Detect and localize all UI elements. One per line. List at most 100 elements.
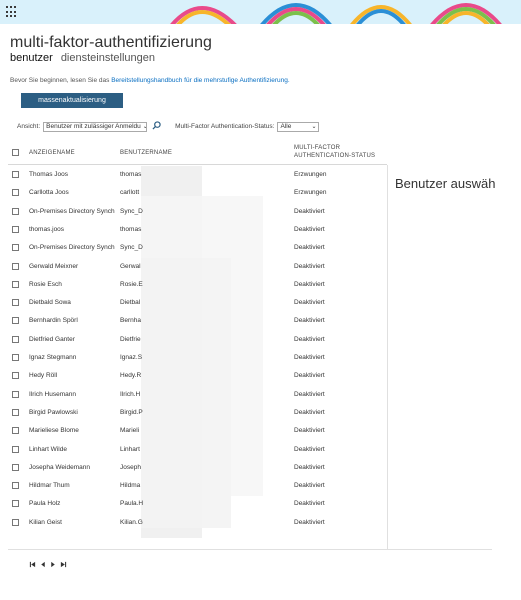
table-row[interactable]: Hedy Röll Hedy.R Deaktiviert	[8, 367, 387, 385]
deployment-guide-link[interactable]: Bereitstellungshandbuch für die mehrstuf…	[111, 77, 290, 84]
tab-diensteinstellungen[interactable]: diensteinstellungen	[61, 52, 155, 64]
row-checkbox[interactable]	[12, 171, 19, 178]
view-select[interactable]: Benutzer mit zulässiger Anmeldu ⌄	[43, 121, 148, 132]
tab-bar: benutzer diensteinstellungen	[10, 52, 155, 64]
cell-user-name: thomas	[120, 225, 142, 233]
cell-mfa-status: Deaktiviert	[294, 335, 325, 343]
page-title: multi-faktor-authentifizierung	[10, 34, 212, 51]
cell-display-name: Rosie Esch	[29, 280, 62, 288]
table-row[interactable]: Hildmar Thum Hildma Deaktiviert	[8, 477, 387, 495]
cell-display-name: Carllotta Joos	[29, 189, 69, 197]
row-checkbox[interactable]	[12, 280, 19, 288]
row-checkbox[interactable]	[12, 225, 19, 233]
cell-mfa-status: Deaktiviert	[294, 372, 325, 380]
table-row[interactable]: thomas.joos thomas Deaktiviert	[8, 221, 387, 239]
cell-display-name: Hildmar Thum	[29, 482, 70, 490]
app-launcher-icon[interactable]	[6, 6, 18, 18]
cell-display-name: Thomas Joos	[29, 171, 69, 178]
row-checkbox[interactable]	[12, 518, 19, 526]
table-row[interactable]: Kilian Geist Kilian.G Deaktiviert	[8, 514, 387, 532]
cell-mfa-status: Deaktiviert	[294, 207, 325, 215]
table-row[interactable]: Birgid Pawlowski Birgid.P Deaktiviert	[8, 404, 387, 422]
tab-benutzer[interactable]: benutzer	[10, 52, 53, 64]
row-checkbox[interactable]	[12, 482, 19, 490]
table-row[interactable]: Rosie Esch Rosie.E Deaktiviert	[8, 276, 387, 294]
intro-prefix: Bevor Sie beginnen, lesen Sie das	[10, 77, 112, 84]
row-checkbox[interactable]	[12, 244, 19, 252]
row-checkbox[interactable]	[12, 372, 19, 380]
cell-user-name: Kilian.G	[120, 518, 143, 526]
prev-page-icon[interactable]	[40, 555, 46, 573]
column-header-display-name[interactable]: ANZEIGENAME	[29, 149, 75, 157]
column-header-user-name[interactable]: BENUTZERNAME	[120, 149, 172, 157]
table-row[interactable]: On-Premises Directory Synchr Sync_D Deakti…	[8, 203, 387, 221]
row-checkbox[interactable]	[12, 390, 19, 398]
cell-user-name: Hildma	[120, 482, 141, 490]
column-header-mfa-status-line1: MULTI-FACTOR	[294, 145, 341, 151]
cell-display-name: thomas.joos	[29, 225, 65, 233]
cell-mfa-status: Deaktiviert	[294, 390, 325, 398]
view-select-value: Benutzer mit zulässiger Anmeldu	[46, 123, 141, 130]
table-header: ANZEIGENAME BENUTZERNAME MULTI-FACTOR AU…	[8, 139, 387, 165]
cell-mfa-status: Deaktiviert	[294, 317, 325, 325]
last-page-icon[interactable]	[60, 555, 67, 573]
table-row[interactable]: Dietbald Sowa Dietbal Deaktiviert	[8, 294, 387, 312]
mfa-status-label: Multi-Factor Authentication-Status:	[175, 123, 275, 130]
table-row[interactable]: Gerwald Meixner Gerwal Deaktiviert	[8, 258, 387, 276]
cell-display-name: Ignaz Stegmann	[29, 354, 77, 361]
cell-user-name: thomas	[120, 171, 142, 178]
row-checkbox[interactable]	[12, 262, 19, 270]
cell-display-name: On-Premises Directory Synchr	[29, 207, 115, 215]
users-table: ANZEIGENAME BENUTZERNAME MULTI-FACTOR AU…	[8, 139, 387, 549]
row-checkbox[interactable]	[12, 317, 19, 325]
bulk-update-button[interactable]: massenaktualisierung	[21, 93, 123, 108]
table-row[interactable]: Bernhardin Spörl Bernha Deaktiviert	[8, 312, 387, 330]
cell-mfa-status: Deaktiviert	[294, 354, 325, 361]
cell-user-name: Joseph	[120, 463, 141, 471]
cell-mfa-status: Deaktiviert	[294, 244, 325, 252]
cell-display-name: Paula Holz	[29, 500, 61, 508]
table-row[interactable]: Marieliese Blome Marieli Deaktiviert	[8, 422, 387, 440]
cell-user-name: Birgid.P	[120, 408, 143, 416]
table-row[interactable]: Carllotta Joos carllott Erzwungen	[8, 184, 387, 202]
table-row[interactable]: Ignaz Stegmann Ignaz.S Deaktiviert	[8, 349, 387, 367]
cell-user-name: carllott	[120, 189, 140, 197]
table-row[interactable]: Dietfried Ganter Dietfrie Deaktiviert	[8, 331, 387, 349]
cell-mfa-status: Deaktiviert	[294, 427, 325, 435]
row-checkbox[interactable]	[12, 189, 19, 197]
chevron-down-icon: ⌄	[311, 124, 317, 130]
cell-user-name: Paula.H	[120, 500, 144, 508]
rainbow-decoration-icon	[170, 3, 502, 24]
cell-display-name: Ilrich Husemann	[29, 390, 76, 398]
row-checkbox[interactable]	[12, 408, 19, 416]
row-checkbox[interactable]	[12, 299, 19, 307]
table-row[interactable]: Paula Holz Paula.H Deaktiviert	[8, 495, 387, 513]
row-checkbox[interactable]	[12, 427, 19, 435]
mfa-status-select[interactable]: Alle ⌄	[277, 121, 320, 132]
cell-mfa-status: Deaktiviert	[294, 482, 325, 490]
filter-bar: Ansicht: Benutzer mit zulässiger Anmeldu…	[17, 121, 320, 132]
row-checkbox[interactable]	[12, 335, 19, 343]
table-row[interactable]: Thomas Joos thomas Erzwungen	[8, 166, 387, 184]
cell-display-name: Dietfried Ganter	[29, 335, 75, 343]
row-checkbox[interactable]	[12, 500, 19, 508]
first-page-icon[interactable]	[29, 555, 36, 573]
row-checkbox[interactable]	[12, 463, 19, 471]
row-checkbox[interactable]	[12, 354, 19, 361]
next-page-icon[interactable]	[50, 555, 56, 573]
select-all-checkbox[interactable]	[12, 149, 19, 156]
table-row[interactable]: Ilrich Husemann Ilrich.H Deaktiviert	[8, 386, 387, 404]
table-row[interactable]: Josepha Weidemann Joseph Deaktiviert	[8, 459, 387, 477]
cell-user-name: Sync_D	[120, 244, 143, 252]
search-icon[interactable]	[152, 121, 161, 132]
table-row[interactable]: Linhart Wilde Linhart Deaktiviert	[8, 441, 387, 459]
cell-display-name: On-Premises Directory Synchr	[29, 244, 115, 252]
cell-mfa-status: Deaktiviert	[294, 408, 325, 416]
column-header-mfa-status[interactable]: MULTI-FACTOR AUTHENTICATION-STATUS	[294, 144, 375, 160]
side-panel-title: Benutzer auswäh	[395, 176, 496, 191]
row-checkbox[interactable]	[12, 445, 19, 453]
table-row[interactable]: On-Premises Directory Synchr Sync_D Deakti…	[8, 239, 387, 257]
row-checkbox[interactable]	[12, 207, 19, 215]
cell-user-name: Ignaz.S	[120, 354, 143, 361]
panel-divider	[387, 165, 388, 550]
